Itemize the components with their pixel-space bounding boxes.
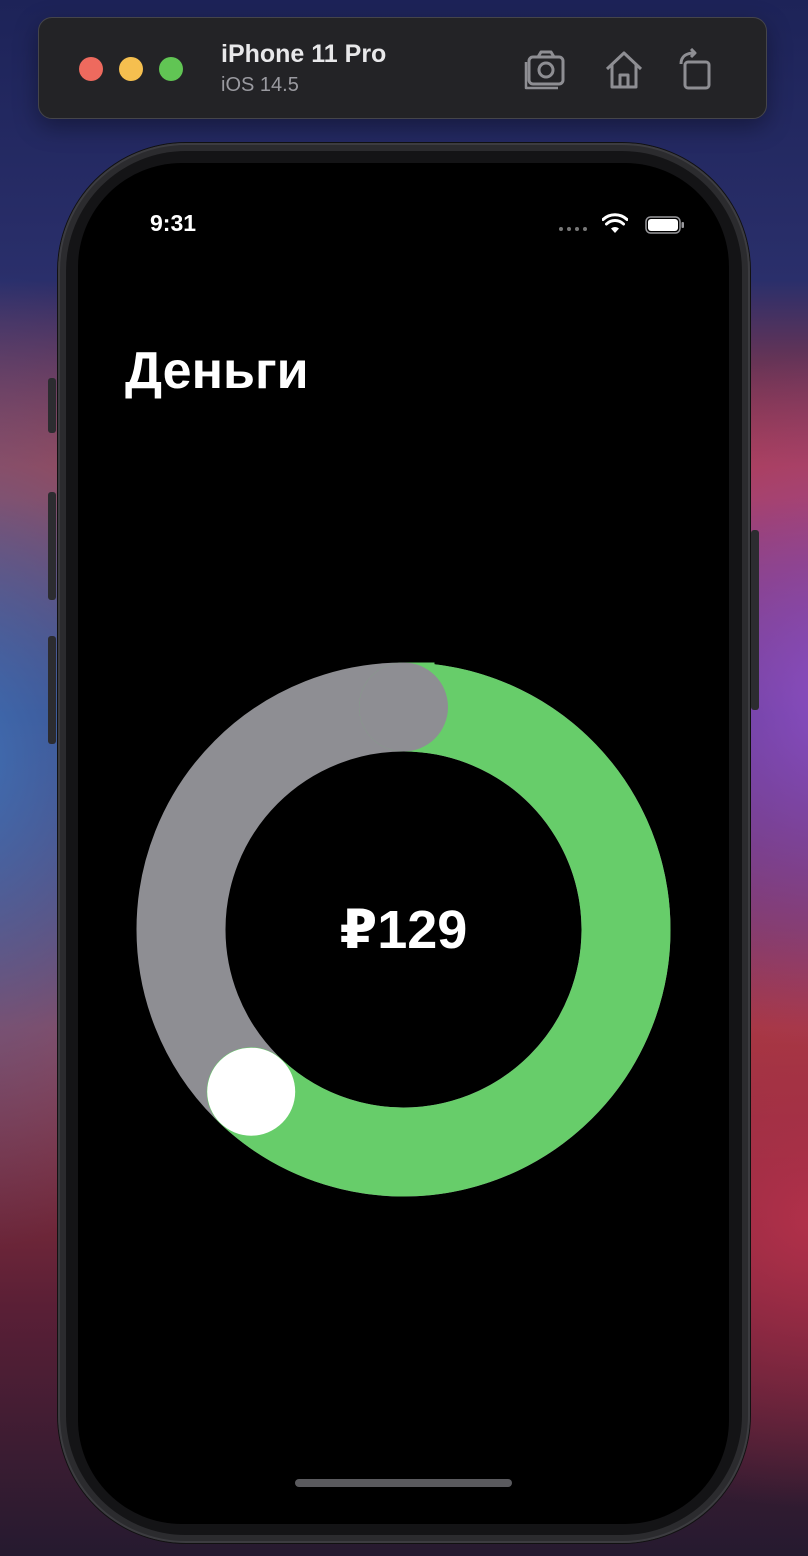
simulator-toolbar: iPhone 11 Pro iOS 14.5: [38, 17, 767, 119]
dial-track-end-cap: [359, 662, 448, 752]
wifi-icon: [602, 213, 628, 233]
dial-knob[interactable]: [207, 1047, 296, 1136]
money-dial[interactable]: ₽129: [136, 662, 671, 1197]
mute-switch: [48, 378, 56, 433]
power-button: [751, 530, 759, 710]
volume-down-button: [48, 636, 56, 744]
device-name: iPhone 11 Pro: [221, 40, 387, 68]
volume-up-button: [48, 492, 56, 600]
cellular-signal-icon: [559, 227, 587, 232]
home-icon[interactable]: [602, 48, 646, 92]
home-indicator[interactable]: [295, 1479, 512, 1487]
battery-icon: [645, 216, 684, 234]
phone-screen: 9:31 Деньги ₽129: [78, 163, 729, 1524]
amount-value: ₽129: [339, 900, 468, 960]
os-version: iOS 14.5: [221, 74, 299, 96]
rotate-icon[interactable]: [675, 48, 719, 92]
status-time: 9:31: [150, 210, 197, 236]
page-title: Деньги: [125, 342, 309, 400]
minimize-window-button[interactable]: [119, 57, 143, 81]
close-window-button[interactable]: [79, 57, 103, 81]
screenshot-icon[interactable]: [524, 48, 568, 92]
zoom-window-button[interactable]: [159, 57, 183, 81]
